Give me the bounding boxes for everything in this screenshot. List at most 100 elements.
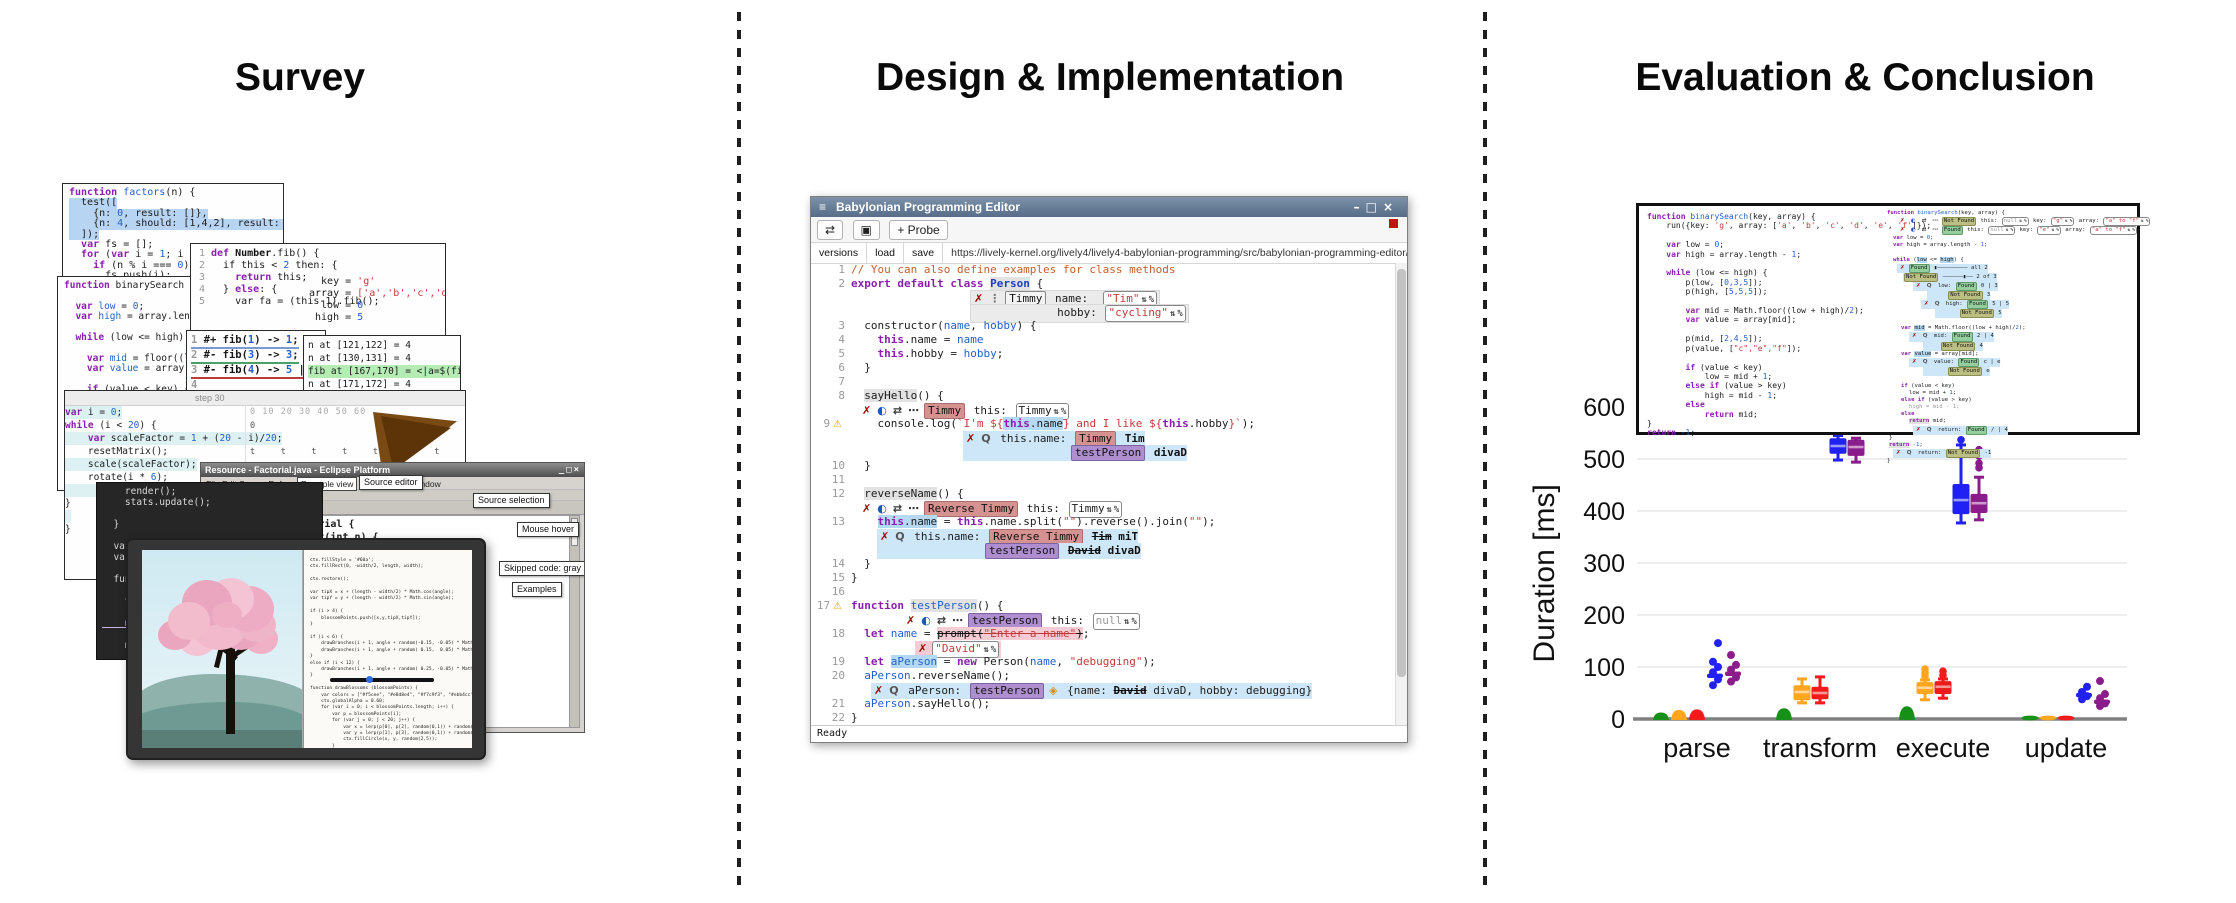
switch-icon[interactable]: ⇄ bbox=[1922, 218, 1927, 225]
timeline-ruler[interactable]: 0 10 20 30 40 50 60 bbox=[250, 406, 366, 419]
close-icon[interactable]: ✗ bbox=[1900, 227, 1905, 234]
stepper-icon[interactable]: ⇅ bbox=[1107, 505, 1112, 515]
stepper-icon[interactable]: ⇅ bbox=[1054, 407, 1059, 417]
switch-icon[interactable]: ⇄ bbox=[937, 614, 946, 628]
link-icon[interactable]: % bbox=[991, 645, 996, 655]
eclipse-scrollbar[interactable] bbox=[569, 515, 580, 728]
more-icon[interactable]: ⋯ bbox=[908, 404, 919, 418]
book-scrub-bar[interactable] bbox=[330, 678, 434, 682]
close-icon[interactable]: ✗ bbox=[974, 292, 983, 306]
minimize-icon[interactable] bbox=[1354, 200, 1366, 214]
link-icon[interactable]: % bbox=[2146, 219, 2149, 224]
value-chip[interactable]: "a" to "f"⇅% bbox=[2090, 226, 2137, 235]
toggle-icon[interactable]: ◐ bbox=[877, 404, 887, 418]
badge-not-found[interactable]: Not Found bbox=[1948, 291, 1982, 300]
probe-icon[interactable]: Q bbox=[1927, 283, 1932, 290]
menu-icon[interactable] bbox=[819, 200, 826, 214]
badge-found[interactable]: Found bbox=[1958, 358, 1979, 367]
probe-icon[interactable]: Q bbox=[1907, 450, 1912, 457]
close-icon[interactable]: ✗ bbox=[1912, 333, 1917, 340]
close-icon[interactable]: ✗ bbox=[906, 614, 915, 628]
badge-found[interactable]: Found bbox=[1942, 226, 1963, 235]
badge-found[interactable]: Found bbox=[1966, 426, 1987, 435]
probe-icon[interactable]: Q bbox=[981, 432, 990, 446]
close-icon[interactable]: ✗ bbox=[862, 502, 871, 516]
close-icon[interactable]: ✗ bbox=[1916, 283, 1921, 290]
eclipse-window-buttons[interactable]: _□× bbox=[559, 463, 581, 477]
badge-not-found[interactable]: Not Found bbox=[1941, 342, 1975, 351]
toggle-icon[interactable]: ◐ bbox=[877, 502, 887, 516]
toggle-icon[interactable]: ◐ bbox=[1911, 218, 1916, 225]
versions-button[interactable]: versions bbox=[811, 243, 867, 263]
editor-code-area[interactable]: 1// You can also define examples for cla… bbox=[811, 263, 1396, 726]
stepper-icon[interactable]: ⇅ bbox=[2052, 228, 2055, 233]
more-icon[interactable]: ⋯ bbox=[1932, 218, 1938, 225]
more-icon[interactable]: ⋯ bbox=[908, 502, 919, 516]
close-icon[interactable]: ✗ bbox=[880, 530, 889, 544]
value-chip[interactable]: "cycling"⇅% bbox=[1105, 305, 1185, 322]
switch-icon[interactable]: ⇄ bbox=[893, 502, 902, 516]
probe-icon[interactable]: Q bbox=[895, 530, 904, 544]
probe-icon[interactable]: Q bbox=[1927, 427, 1932, 434]
scrollbar-thumb[interactable] bbox=[1397, 269, 1406, 677]
toggle-icon[interactable]: ◐ bbox=[1911, 227, 1916, 234]
badge-not-found[interactable]: Not Found bbox=[1942, 217, 1976, 226]
close-icon[interactable]: ✗ bbox=[1900, 218, 1905, 225]
link-icon[interactable]: % bbox=[2070, 219, 2073, 224]
probe-icon[interactable]: Q bbox=[1923, 359, 1928, 366]
close-icon[interactable]: ✗ bbox=[1900, 265, 1905, 272]
editor-titlebar[interactable]: Babylonian Programming Editor bbox=[811, 197, 1407, 217]
link-icon[interactable]: % bbox=[1131, 617, 1136, 627]
value-chip[interactable]: null⇅% bbox=[1093, 613, 1140, 630]
badge-not-found[interactable]: Not Found bbox=[1948, 367, 1982, 376]
switch-icon[interactable]: ⇄ bbox=[893, 404, 902, 418]
close-icon[interactable]: ✗ bbox=[1912, 359, 1917, 366]
close-icon[interactable]: ✗ bbox=[1924, 301, 1929, 308]
close-icon[interactable]: ✗ bbox=[874, 684, 883, 698]
link-icon[interactable]: % bbox=[2056, 228, 2059, 233]
link-icon[interactable]: % bbox=[2010, 228, 2013, 233]
link-icon[interactable]: % bbox=[1177, 309, 1182, 319]
stepper-icon[interactable]: ⇅ bbox=[1124, 617, 1129, 627]
close-icon[interactable] bbox=[1383, 200, 1399, 214]
stepper-icon[interactable]: ⇅ bbox=[2006, 228, 2009, 233]
stepper-icon[interactable]: ⇅ bbox=[2065, 219, 2068, 224]
maximize-icon[interactable] bbox=[1366, 200, 1383, 214]
selection-icon[interactable] bbox=[853, 220, 880, 240]
link-icon[interactable]: % bbox=[1149, 295, 1154, 305]
value-chip[interactable]: "a" to "f"⇅% bbox=[2103, 217, 2150, 226]
probe-icon[interactable]: Q bbox=[889, 684, 898, 698]
badge-found[interactable]: Found bbox=[1909, 264, 1930, 273]
stepper-icon[interactable]: ⇅ bbox=[1141, 295, 1146, 305]
close-icon[interactable]: ✗ bbox=[918, 642, 927, 656]
more-icon[interactable]: ⋯ bbox=[952, 614, 963, 628]
stepper-icon[interactable]: ⇅ bbox=[2128, 228, 2131, 233]
value-chip[interactable]: null⇅% bbox=[2002, 217, 2029, 226]
value-chip[interactable]: "e"⇅% bbox=[2037, 226, 2061, 235]
badge-not-found[interactable]: Not Found bbox=[1904, 273, 1938, 282]
badge-not-found[interactable]: Not Found bbox=[1960, 309, 1994, 318]
close-icon[interactable]: ✗ bbox=[1916, 427, 1921, 434]
switch-icon[interactable]: ⇄ bbox=[1922, 227, 1927, 234]
badge-found[interactable]: Found bbox=[1956, 282, 1977, 291]
link-icon[interactable]: % bbox=[1061, 407, 1066, 417]
swap-arrows-icon[interactable] bbox=[817, 220, 843, 240]
link-icon[interactable]: % bbox=[1114, 505, 1119, 515]
badge-found[interactable]: Found bbox=[1952, 332, 1973, 341]
value-chip[interactable]: "g"⇅% bbox=[2051, 217, 2075, 226]
more-icon[interactable]: ⋯ bbox=[1932, 227, 1938, 234]
stepper-icon[interactable]: ⇅ bbox=[2141, 219, 2144, 224]
load-button[interactable]: load bbox=[867, 243, 904, 263]
probe-icon[interactable]: Q bbox=[1923, 333, 1928, 340]
close-icon[interactable]: ✗ bbox=[862, 404, 871, 418]
editor-scrollbar[interactable] bbox=[1395, 263, 1407, 726]
add-probe-button[interactable]: Probe bbox=[889, 220, 947, 240]
close-icon[interactable]: ✗ bbox=[966, 432, 975, 446]
value-chip[interactable]: null⇅% bbox=[1988, 226, 2015, 235]
toggle-icon[interactable]: ◐ bbox=[921, 614, 931, 628]
stepper-icon[interactable]: ⇅ bbox=[2019, 219, 2022, 224]
badge-testperson[interactable]: testPerson bbox=[985, 543, 1059, 559]
link-icon[interactable]: % bbox=[2024, 219, 2027, 224]
save-button[interactable]: save bbox=[904, 243, 943, 263]
stepper-icon[interactable]: ⇅ bbox=[1170, 309, 1175, 319]
